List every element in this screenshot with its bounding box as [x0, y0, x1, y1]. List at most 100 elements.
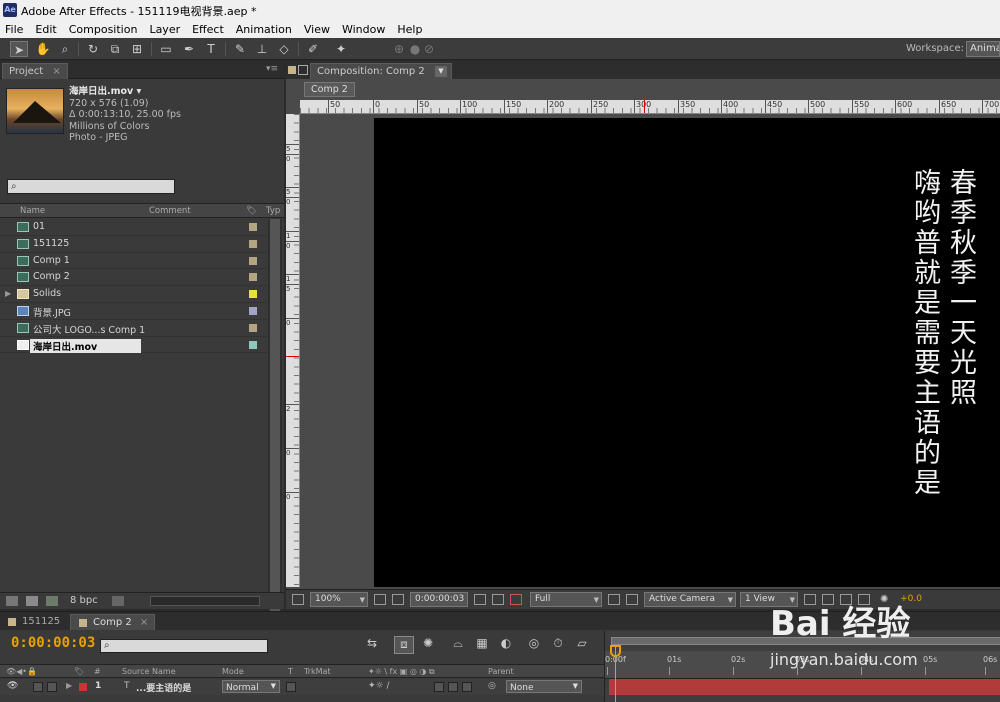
project-item-sunrise-mov[interactable]: 海岸日出.mov — [0, 337, 268, 354]
fx-switch[interactable] — [434, 682, 444, 692]
hand-tool-icon[interactable]: ✋ — [34, 41, 52, 57]
visibility-eye-icon[interactable]: 👁 — [7, 681, 18, 691]
chevron-down-icon[interactable]: ▼ — [435, 66, 447, 77]
view-layout-dropdown[interactable]: 1 View ▼ — [740, 592, 798, 607]
layer-switches-icon[interactable]: ✦☼ \ fx ▣ ◎ ◑ ⧉ — [368, 667, 435, 677]
safe-margins-icon[interactable] — [374, 594, 386, 605]
shy-switch-icon[interactable]: ✦☼ / — [368, 681, 390, 691]
column-mode[interactable]: Mode — [222, 667, 244, 676]
project-item-comp-2[interactable]: Comp 2 — [0, 269, 268, 287]
lock-icon[interactable] — [298, 65, 308, 75]
menu-composition[interactable]: Composition — [69, 23, 138, 36]
parent-dropdown[interactable]: None ▼ — [506, 680, 582, 693]
label-color-swatch[interactable] — [249, 323, 257, 332]
current-time-display[interactable]: 0:00:00:03 — [410, 592, 468, 607]
mask-visibility-icon[interactable] — [392, 594, 404, 605]
panel-menu-icon[interactable]: ▾≡ — [266, 64, 278, 74]
region-of-interest-icon[interactable] — [608, 594, 620, 605]
project-search-input[interactable]: ⌕ — [7, 179, 175, 194]
timeline-layer-row[interactable]: 👁 ▶ 1 T ...要主语的是 Normal ▼ ✦☼ / ◎ None ▼ — [0, 679, 604, 695]
work-area-bar[interactable] — [611, 637, 1000, 645]
current-time-timecode[interactable]: 0:00:00:03 — [11, 635, 95, 651]
menu-window[interactable]: Window — [342, 23, 385, 36]
workspace-dropdown[interactable]: Animation — [966, 41, 1000, 57]
column-source-name[interactable]: Source Name — [122, 667, 176, 676]
layer-label-color[interactable] — [79, 683, 87, 691]
fast-previews-icon[interactable] — [822, 594, 834, 605]
timeline-tab-151125[interactable]: 151125 — [0, 614, 66, 630]
composition-tab[interactable]: Composition: Comp 2 ▼ — [310, 63, 452, 79]
new-composition-icon[interactable] — [46, 596, 58, 606]
show-snapshot-icon[interactable] — [492, 594, 504, 605]
pan-behind-tool-icon[interactable]: ⊞ — [128, 41, 146, 57]
menu-help[interactable]: Help — [397, 23, 422, 36]
clone-stamp-tool-icon[interactable]: ⊥ — [253, 41, 271, 57]
footage-name[interactable]: 海岸日出.mov ▾ — [69, 86, 181, 98]
rotate-tool-icon[interactable]: ↻ — [84, 41, 102, 57]
current-time-indicator-head[interactable] — [610, 645, 621, 657]
solo-switch[interactable] — [33, 682, 43, 692]
zoom-tool-icon[interactable]: ⌕ — [56, 41, 74, 57]
view-axis-icon[interactable]: ⊘ — [420, 41, 438, 57]
project-vertical-scrollbar[interactable] — [268, 219, 282, 651]
expand-triangle-icon[interactable]: ▶ — [5, 289, 11, 298]
close-icon[interactable]: × — [140, 617, 148, 628]
column-parent[interactable]: Parent — [488, 667, 514, 676]
project-item-01[interactable]: 01 — [0, 219, 268, 236]
label-color-swatch[interactable] — [249, 340, 257, 349]
project-item-logo-comp[interactable]: 公司大 LOGO...s Comp 1 — [0, 320, 268, 337]
brainstorm-icon[interactable]: ◎ — [524, 636, 544, 654]
auto-keyframe-icon[interactable]: ⏱ — [548, 636, 568, 654]
selection-tool-icon[interactable]: ➤ — [10, 41, 28, 57]
av-features-icon[interactable]: 👁◀•🔒 — [6, 667, 37, 676]
column-comment[interactable]: Comment — [149, 206, 191, 216]
new-folder-icon[interactable] — [26, 596, 38, 606]
live-update-icon[interactable]: ⧈ — [394, 636, 414, 654]
project-item-151125[interactable]: 151125 — [0, 236, 268, 253]
flowchart-icon[interactable] — [858, 594, 870, 605]
project-tab[interactable]: Project × — [2, 63, 68, 79]
always-preview-icon[interactable] — [292, 594, 304, 605]
menu-file[interactable]: File — [5, 23, 23, 36]
project-item-comp-1[interactable]: Comp 1 — [0, 253, 268, 270]
toggle-pixel-aspect-icon[interactable] — [804, 594, 816, 605]
timeline-graph-area[interactable]: 0:00f 01s 02s 03s 04s 05s 06s — [604, 631, 1000, 702]
graph-editor-icon[interactable]: ▱ — [572, 636, 592, 654]
composition-breadcrumb[interactable]: Comp 2 — [304, 82, 355, 97]
brush-tool-icon[interactable]: ✎ — [231, 41, 249, 57]
project-item-solids[interactable]: ▶ Solids — [0, 286, 268, 303]
label-tag-icon[interactable]: 🏷 — [246, 206, 257, 216]
label-color-swatch[interactable] — [249, 256, 257, 265]
preserve-transparency-switch[interactable] — [286, 682, 296, 692]
eraser-tool-icon[interactable]: ◇ — [275, 41, 293, 57]
comp-mini-flowchart-icon[interactable]: ⇆ — [362, 636, 382, 654]
camera-snapshot-icon[interactable] — [474, 594, 486, 605]
camera-tool-icon[interactable]: ⧉ — [106, 41, 124, 57]
menu-view[interactable]: View — [304, 23, 330, 36]
column-type[interactable]: Typ — [266, 206, 280, 216]
close-icon[interactable]: × — [52, 66, 60, 77]
3d-layer-switch[interactable] — [462, 682, 472, 692]
layer-source-name[interactable]: ...要主语的是 — [136, 681, 191, 694]
magnification-dropdown[interactable]: 100% ▼ — [310, 592, 368, 607]
reset-exposure-icon[interactable]: ✺ — [880, 594, 892, 605]
pick-whip-icon[interactable]: ◎ — [488, 681, 496, 691]
scrollbar-thumb[interactable] — [270, 219, 280, 639]
motion-blur-icon[interactable]: ◐ — [496, 636, 516, 654]
project-horizontal-scrollbar[interactable] — [150, 596, 260, 606]
label-color-swatch[interactable] — [249, 273, 257, 282]
menu-layer[interactable]: Layer — [149, 23, 180, 36]
project-item-background-jpg[interactable]: 背景.JPG — [0, 303, 268, 320]
lock-switch[interactable] — [47, 682, 57, 692]
exposure-value[interactable]: +0.0 — [900, 594, 922, 604]
composition-canvas[interactable]: 春季秋季一天光照 嗨哟普就是需要主语的是 — [374, 118, 1000, 587]
timeline-search-input[interactable]: ⌕ — [100, 639, 268, 653]
expand-triangle-icon[interactable]: ▶ — [66, 681, 72, 690]
label-color-swatch[interactable] — [249, 306, 257, 315]
trash-icon[interactable] — [112, 596, 124, 606]
column-track-matte-t[interactable]: T — [288, 667, 293, 676]
hide-shy-layers-icon[interactable]: ⌓ — [448, 636, 468, 654]
roto-brush-tool-icon[interactable]: ✐ — [304, 41, 322, 57]
menu-animation[interactable]: Animation — [236, 23, 292, 36]
column-number[interactable]: # — [94, 667, 101, 676]
